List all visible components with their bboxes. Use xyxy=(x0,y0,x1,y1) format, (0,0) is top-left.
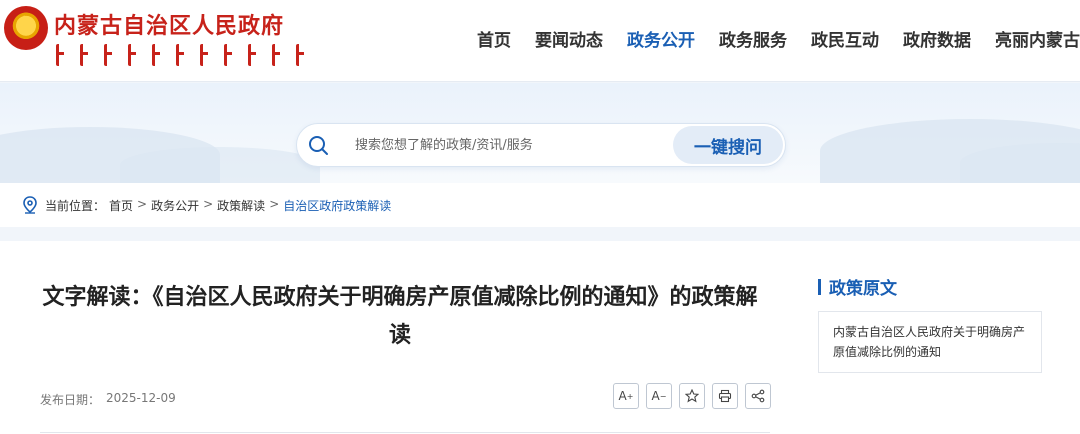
nav-item-home[interactable]: 首页 xyxy=(477,26,511,51)
share-button[interactable] xyxy=(745,383,771,409)
publish-date-label: 发布日期： xyxy=(40,393,101,407)
policy-original-link[interactable]: 内蒙古自治区人民政府关于明确房产原值减除比例的通知 xyxy=(818,311,1042,373)
share-icon xyxy=(751,389,765,403)
star-icon: ★ xyxy=(16,12,33,33)
breadcrumb: 当前位置： 首页 > 政务公开 > 政策解读 > 自治区政府政策解读 xyxy=(45,197,391,214)
nav-item-data[interactable]: 政府数据 xyxy=(903,26,971,51)
article-toolbar: A + A − xyxy=(613,383,771,409)
article-panel: 文字解读：《自治区人民政府关于明确房产原值减除比例的通知》的政策解读 发布日期：… xyxy=(0,241,792,434)
sidebar-heading-text: 政策原文 xyxy=(829,279,897,299)
breadcrumb-item-government-affairs[interactable]: 政务公开 xyxy=(151,197,199,214)
nav-item-interaction[interactable]: 政民互动 xyxy=(811,26,879,51)
search-input[interactable] xyxy=(355,134,645,156)
publish-date-value: 2025-12-09 xyxy=(106,391,176,405)
breadcrumb-prefix: 当前位置： xyxy=(45,199,106,213)
publish-date: 发布日期： 2025-12-09 xyxy=(40,391,176,408)
search-icon[interactable] xyxy=(307,134,329,156)
nav-item-news[interactable]: 要闻动态 xyxy=(535,26,603,51)
main-nav: 首页 要闻动态 政务公开 政务服务 政民互动 政府数据 亮丽内蒙古 xyxy=(477,26,1080,51)
divider xyxy=(40,432,770,433)
search-box: 一键搜问 xyxy=(296,123,786,167)
breadcrumb-item-current[interactable]: 自治区政府政策解读 xyxy=(283,197,391,214)
heading-accent-bar xyxy=(818,278,821,295)
nav-item-inner-mongolia[interactable]: 亮丽内蒙古 xyxy=(995,26,1080,51)
print-button[interactable] xyxy=(712,383,738,409)
breadcrumb-separator: > xyxy=(203,197,214,211)
breadcrumb-item-home[interactable]: 首页 xyxy=(109,197,133,214)
nav-item-government-affairs[interactable]: 政务公开 xyxy=(627,26,695,51)
font-decrease-button[interactable]: A − xyxy=(646,383,672,409)
national-emblem-logo[interactable]: ★ xyxy=(4,6,48,50)
star-outline-icon xyxy=(685,389,699,403)
article-title: 文字解读：《自治区人民政府关于明确房产原值减除比例的通知》的政策解读 xyxy=(42,285,758,348)
favorite-button[interactable] xyxy=(679,383,705,409)
font-increase-button[interactable]: A + xyxy=(613,383,639,409)
mongolian-script-title xyxy=(56,44,304,66)
sidebar-heading: 政策原文 xyxy=(818,274,897,299)
site-header: ★ 内蒙古自治区人民政府 首页 要闻动态 政务公开 政务服务 政民互动 政府数据… xyxy=(0,0,1080,82)
breadcrumb-item-policy-interpretation[interactable]: 政策解读 xyxy=(217,197,265,214)
breadcrumb-bar: 当前位置： 首页 > 政务公开 > 政策解读 > 自治区政府政策解读 xyxy=(0,183,1080,227)
sidebar-panel: 政策原文 内蒙古自治区人民政府关于明确房产原值减除比例的通知 xyxy=(792,241,1080,434)
location-pin-icon xyxy=(23,196,37,214)
nav-item-services[interactable]: 政务服务 xyxy=(719,26,787,51)
breadcrumb-separator: > xyxy=(269,197,280,211)
printer-icon xyxy=(718,389,732,403)
site-title[interactable]: 内蒙古自治区人民政府 xyxy=(54,8,284,40)
search-button[interactable]: 一键搜问 xyxy=(673,126,783,164)
breadcrumb-separator: > xyxy=(137,197,148,211)
